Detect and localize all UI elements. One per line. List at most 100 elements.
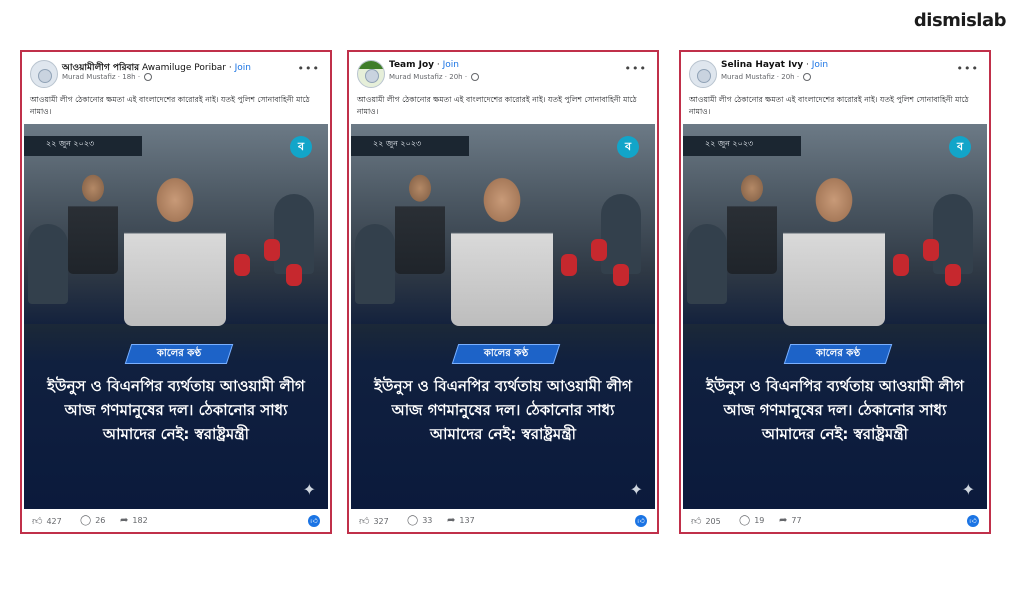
post-image[interactable]: ২২ জুন ২০২৩ ব কালের কণ্ঠ ইউনুস ও বিএনপির… bbox=[683, 124, 987, 509]
speaker-figure bbox=[451, 146, 553, 326]
crowd-figure bbox=[28, 224, 68, 304]
page-avatar[interactable] bbox=[357, 60, 385, 88]
facebook-post-card: Team Joy · Join Murad Mustafiz · 20h · •… bbox=[347, 50, 659, 534]
comment-count-item[interactable]: ◯ 26 bbox=[80, 515, 105, 526]
channel-logo-icon: ব bbox=[949, 136, 971, 158]
microphone bbox=[286, 264, 302, 286]
comment-icon: ◯ bbox=[80, 515, 92, 526]
bodyguard-figure bbox=[395, 164, 445, 274]
page-name[interactable]: আওয়ামীলীগ পরিবার bbox=[62, 63, 139, 73]
post-time[interactable]: 20h bbox=[449, 73, 462, 81]
like-reaction-icon: 👍︎ bbox=[967, 515, 979, 527]
newspaper-tag: কালের কণ্ঠ bbox=[451, 344, 561, 364]
page-avatar[interactable] bbox=[30, 60, 58, 88]
microphone bbox=[591, 239, 607, 261]
comment-icon: ◯ bbox=[407, 515, 419, 526]
post-meta: Murad Mustafiz · 18h · bbox=[62, 73, 153, 81]
like-count: 327 bbox=[373, 517, 389, 526]
crowd-figure bbox=[933, 194, 973, 274]
channel-logo-icon: ব bbox=[617, 136, 639, 158]
photo-date: ২২ জুন ২০২৩ bbox=[373, 139, 422, 148]
speaker-figure bbox=[124, 146, 226, 326]
facebook-post-card: Selina Hayat Ivy · Join Murad Mustafiz ·… bbox=[679, 50, 991, 534]
image-headline: ইউনুস ও বিএনপির ব্যর্থতায় আওয়ামী লীগ আ… bbox=[374, 377, 632, 443]
join-link[interactable]: Join bbox=[812, 60, 828, 70]
share-count: 182 bbox=[132, 516, 148, 525]
newspaper-tag: কালের কণ্ঠ bbox=[124, 344, 234, 364]
like-count: 205 bbox=[705, 517, 721, 526]
post-meta: Murad Mustafiz · 20h · bbox=[389, 73, 480, 81]
crowd-figure bbox=[687, 224, 727, 304]
share-count-item[interactable]: ➦ 137 bbox=[447, 515, 475, 526]
post-header: Selina Hayat Ivy · Join Murad Mustafiz ·… bbox=[681, 52, 989, 94]
share-count: 77 bbox=[791, 516, 802, 525]
share-icon: ➦ bbox=[120, 515, 129, 526]
post-footer: 👍︎ 205 ◯ 19 ➦ 77 👍︎ bbox=[681, 509, 989, 531]
bodyguard-figure bbox=[727, 164, 777, 274]
share-icon: ➦ bbox=[447, 515, 456, 526]
crowd-figure bbox=[274, 194, 314, 274]
like-count-item[interactable]: 👍︎ 327 bbox=[359, 515, 389, 527]
post-header: আওয়ামীলীগ পরিবার Awamiluge Poribar · Jo… bbox=[22, 52, 330, 94]
crowd-figure bbox=[355, 224, 395, 304]
microphone bbox=[923, 239, 939, 261]
like-count-item[interactable]: 👍︎ 205 bbox=[691, 515, 721, 527]
share-icon: ➦ bbox=[779, 515, 788, 526]
post-time[interactable]: 20h bbox=[781, 73, 794, 81]
thumbs-up-icon: 👍︎ bbox=[32, 516, 43, 527]
comment-count-item[interactable]: ◯ 33 bbox=[407, 515, 432, 526]
post-image[interactable]: ২২ জুন ২০২৩ ব কালের কণ্ঠ ইউনুস ও বিএনপির… bbox=[351, 124, 655, 509]
page-name[interactable]: Team Joy bbox=[389, 60, 434, 70]
post-meta: Murad Mustafiz · 20h · bbox=[721, 73, 812, 81]
page-avatar[interactable] bbox=[689, 60, 717, 88]
author-name[interactable]: Murad Mustafiz bbox=[389, 73, 443, 81]
post-title-line: Selina Hayat Ivy · Join bbox=[721, 60, 829, 70]
post-time[interactable]: 18h bbox=[122, 73, 135, 81]
globe-icon bbox=[144, 73, 153, 81]
share-count: 137 bbox=[459, 516, 475, 525]
globe-icon bbox=[803, 73, 812, 81]
author-name[interactable]: Murad Mustafiz bbox=[721, 73, 775, 81]
author-name[interactable]: Murad Mustafiz bbox=[62, 73, 116, 81]
more-options-icon[interactable]: ••• bbox=[625, 62, 647, 75]
join-link[interactable]: Join bbox=[443, 60, 459, 70]
newspaper-tag-label: কালের কণ্ঠ bbox=[483, 348, 529, 359]
share-count-item[interactable]: ➦ 77 bbox=[779, 515, 802, 526]
crowd-figure bbox=[601, 194, 641, 274]
bodyguard-figure bbox=[68, 164, 118, 274]
post-caption: আওয়ামী লীগ ঠেকানোর ক্ষমতা এই বাংলাদেশের… bbox=[689, 95, 969, 116]
channel-logo-icon: ব bbox=[290, 136, 312, 158]
microphone bbox=[945, 264, 961, 286]
sparkle-icon: ✦ bbox=[629, 480, 643, 499]
share-count-item[interactable]: ➦ 182 bbox=[120, 515, 148, 526]
photo-date: ২২ জুন ২০২৩ bbox=[46, 139, 95, 148]
globe-icon bbox=[471, 73, 480, 81]
like-count-item[interactable]: 👍︎ 427 bbox=[32, 515, 62, 527]
brand-logo: dismislab bbox=[913, 10, 1007, 31]
more-options-icon[interactable]: ••• bbox=[957, 62, 979, 75]
post-caption: আওয়ামী লীগ ঠেকানোর ক্ষমতা এই বাংলাদেশের… bbox=[357, 95, 637, 116]
sparkle-icon: ✦ bbox=[302, 480, 316, 499]
photo-date: ২২ জুন ২০২৩ bbox=[705, 139, 754, 148]
microphone bbox=[234, 254, 250, 276]
microphone bbox=[613, 264, 629, 286]
comment-count-item[interactable]: ◯ 19 bbox=[739, 515, 764, 526]
post-header: Team Joy · Join Murad Mustafiz · 20h · •… bbox=[349, 52, 657, 94]
like-reaction-icon: 👍︎ bbox=[308, 515, 320, 527]
page-name-en[interactable]: Awamiluge Poribar bbox=[142, 63, 226, 73]
microphone bbox=[264, 239, 280, 261]
post-image[interactable]: ২২ জুন ২০২৩ ব কালের কণ্ঠ ইউনুস ও বিএনপির… bbox=[24, 124, 328, 509]
page-name[interactable]: Selina Hayat Ivy bbox=[721, 60, 803, 70]
join-link[interactable]: Join bbox=[235, 63, 251, 73]
thumbs-up-icon: 👍︎ bbox=[359, 516, 370, 527]
thumbs-up-icon: 👍︎ bbox=[691, 516, 702, 527]
newspaper-tag-label: কালের কণ্ঠ bbox=[815, 348, 861, 359]
image-headline: ইউনুস ও বিএনপির ব্যর্থতায় আওয়ামী লীগ আ… bbox=[47, 377, 305, 443]
comment-icon: ◯ bbox=[739, 515, 751, 526]
comment-count: 19 bbox=[754, 516, 765, 525]
sparkle-icon: ✦ bbox=[961, 480, 975, 499]
more-options-icon[interactable]: ••• bbox=[298, 62, 320, 75]
comment-count: 33 bbox=[422, 516, 433, 525]
microphone bbox=[561, 254, 577, 276]
post-title-line: Team Joy · Join bbox=[389, 60, 459, 70]
